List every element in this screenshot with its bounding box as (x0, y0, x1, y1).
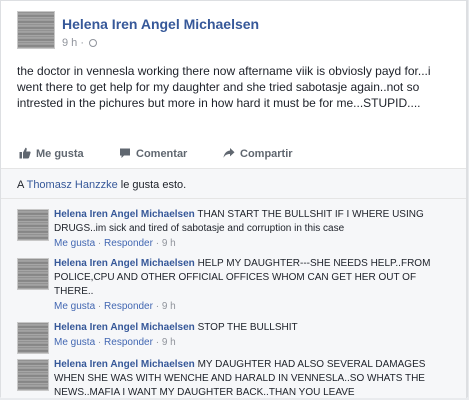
comment-avatar[interactable] (17, 258, 49, 290)
post-card: Helena Iren Angel Michaelsen 9 h · the d… (0, 0, 468, 398)
share-arrow-icon (223, 148, 235, 158)
meta-separator: · (80, 37, 88, 49)
likes-suffix: le gusta esto. (117, 179, 187, 191)
post-header: Helena Iren Angel Michaelsen 9 h · (17, 11, 457, 55)
comment-author[interactable]: Helena Iren Angel Michaelsen (54, 359, 195, 370)
comment-avatar[interactable] (17, 322, 49, 354)
share-button[interactable]: Compartir (223, 147, 293, 160)
comment-like-link[interactable]: Me gusta (54, 301, 95, 312)
post-text: the doctor in vennesla working there now… (17, 64, 431, 110)
likes-prefix: A (17, 179, 27, 191)
comments-section: Helena Iren Angel Michaelsen THAN START … (1, 199, 467, 398)
comment-icon (120, 148, 130, 158)
liker-name-link[interactable]: Thomasz Hanzzke (27, 179, 118, 191)
post-author-name[interactable]: Helena Iren Angel Michaelsen (62, 16, 259, 32)
likes-text: A Thomasz Hanzzke le gusta esto. (17, 179, 186, 191)
comment-avatar[interactable] (17, 209, 49, 241)
scroll-edge (466, 1, 467, 398)
likes-summary: A Thomasz Hanzzke le gusta esto. (1, 169, 467, 199)
post-actions: Me gusta Comentar Compartir (17, 147, 457, 167)
comment-label: Comentar (136, 148, 188, 160)
like-label: Me gusta (36, 148, 84, 160)
comment-like-link[interactable]: Me gusta (54, 238, 95, 249)
like-button[interactable]: Me gusta (19, 147, 84, 160)
comment-text: STOP THE BULLSHIT (197, 322, 298, 333)
comment-like-link[interactable]: Me gusta (54, 337, 95, 348)
comment-actions: Me gusta · Responder · 9 h (54, 337, 176, 348)
post-meta: 9 h · (62, 37, 98, 49)
comment-time[interactable]: 9 h (162, 238, 176, 249)
share-label: Compartir (240, 148, 293, 160)
thumbs-up-icon (19, 147, 31, 159)
comment-actions: Me gusta · Responder · 9 h (54, 301, 176, 312)
comment-author[interactable]: Helena Iren Angel Michaelsen (54, 209, 195, 220)
comment-reply-link[interactable]: Responder (104, 238, 153, 249)
comment-time[interactable]: 9 h (162, 301, 176, 312)
comment-avatar[interactable] (17, 359, 49, 391)
comment-reply-link[interactable]: Responder (104, 337, 153, 348)
comment-reply-link[interactable]: Responder (104, 301, 153, 312)
comment-author[interactable]: Helena Iren Angel Michaelsen (54, 258, 195, 269)
comment-body: Helena Iren Angel Michaelsen HELP MY DAU… (54, 257, 452, 314)
comment-body: Helena Iren Angel Michaelsen MY DAUGHTER… (54, 358, 452, 400)
comment-body: Helena Iren Angel Michaelsen THAN START … (54, 208, 452, 251)
comment-author[interactable]: Helena Iren Angel Michaelsen (54, 322, 195, 333)
comment-actions: Me gusta · Responder · 9 h (54, 238, 176, 249)
comment-time[interactable]: 9 h (162, 337, 176, 348)
globe-icon[interactable] (89, 39, 98, 47)
post-timestamp[interactable]: 9 h (62, 37, 77, 49)
comment-button[interactable]: Comentar (119, 147, 187, 160)
comment-body: Helena Iren Angel Michaelsen STOP THE BU… (54, 321, 452, 350)
author-avatar[interactable] (17, 11, 55, 49)
